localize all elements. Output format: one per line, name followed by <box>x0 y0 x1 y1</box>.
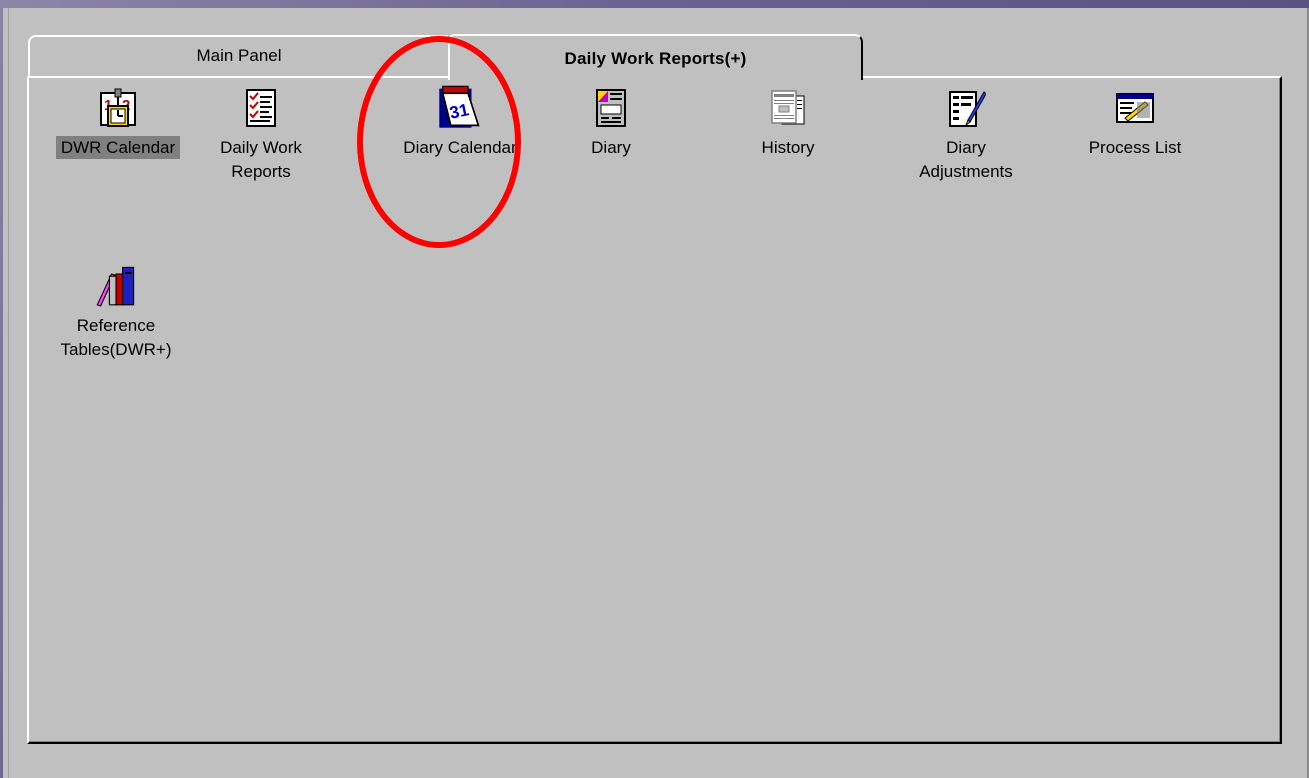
process-list-label: Process List <box>1088 138 1182 157</box>
dwr-calendar-icon: 1 2 <box>100 88 136 127</box>
edit-pen-icon <box>949 91 986 127</box>
diary-calendar-label: Diary Calendar <box>403 138 517 157</box>
reference-tables-item[interactable]: Reference Tables(DWR+) <box>40 266 192 396</box>
checklist-icon <box>246 89 276 127</box>
books-icon <box>96 266 135 307</box>
diary-adjustments-item[interactable]: Diary Adjustments <box>896 88 1036 218</box>
reference-tables-label-line2: Tables(DWR+) <box>60 340 172 359</box>
diary-item[interactable]: Diary <box>566 88 656 198</box>
documents-icon <box>771 90 805 125</box>
tab-main-panel[interactable]: Main Panel <box>28 35 450 76</box>
diary-label: Diary <box>591 138 631 157</box>
diary-form-icon <box>596 89 626 127</box>
diary-calendar-item[interactable]: 31 Diary Calendar <box>380 85 540 198</box>
diary-adjustments-label-line1: Diary <box>946 138 986 157</box>
tab-daily-work-reports-label: Daily Work Reports(+) <box>564 49 747 68</box>
window-left-border <box>0 8 9 778</box>
diary-adjustments-label-line2: Adjustments <box>919 162 1013 181</box>
process-list-item[interactable]: Process List <box>1070 88 1200 198</box>
history-item[interactable]: History <box>738 88 838 198</box>
dwr-calendar-label: DWR Calendar <box>55 136 181 159</box>
daily-work-reports-item[interactable]: Daily Work Reports <box>208 88 314 218</box>
tab-main-panel-label: Main Panel <box>196 46 282 65</box>
window-title-strip <box>0 0 1309 8</box>
daily-work-reports-label-line2: Reports <box>231 162 291 181</box>
tab-daily-work-reports[interactable]: Daily Work Reports(+) <box>448 34 863 80</box>
daily-work-reports-label-line1: Daily Work <box>220 138 302 157</box>
tear-off-calendar-icon: 31 <box>439 85 480 128</box>
window-list-icon <box>1116 93 1154 123</box>
reference-tables-label-line1: Reference <box>76 316 156 335</box>
history-label: History <box>761 138 815 157</box>
dwr-calendar-item[interactable]: 1 2 DWR Calendar <box>38 88 198 198</box>
